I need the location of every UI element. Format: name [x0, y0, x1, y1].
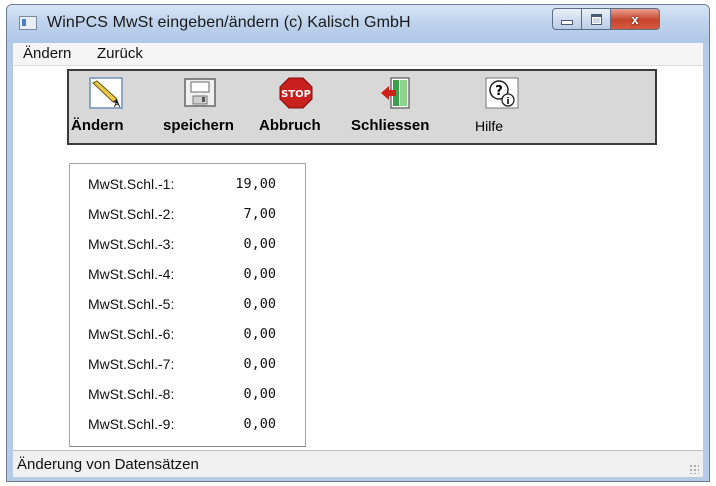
toolbar-aendern-label: Ändern	[71, 117, 124, 134]
menu-zurueck[interactable]: Zurück	[97, 45, 143, 62]
maximize-button[interactable]	[581, 8, 611, 30]
close-button[interactable]: x	[610, 8, 660, 30]
toolbar-schliessen-button[interactable]: Schliessen	[345, 71, 449, 143]
vat-label: MwSt.Schl.-6:	[88, 326, 175, 342]
menu-bar: Ändern Zurück	[13, 43, 703, 66]
minimize-icon	[561, 19, 573, 25]
vat-value-field[interactable]: 0,00	[243, 386, 276, 402]
toolbar-speichern-button[interactable]: speichern	[157, 71, 249, 143]
svg-text:A: A	[114, 100, 121, 109]
vat-label: MwSt.Schl.-8:	[88, 386, 175, 402]
vat-label: MwSt.Schl.-2:	[88, 206, 175, 222]
vat-label: MwSt.Schl.-1:	[88, 176, 175, 192]
status-text: Änderung von Datensätzen	[17, 456, 199, 473]
vat-value-field[interactable]: 7,00	[243, 206, 276, 222]
maximize-icon	[590, 13, 602, 25]
vat-label: MwSt.Schl.-5:	[88, 296, 175, 312]
minimize-button[interactable]	[552, 8, 582, 30]
toolbar-hilfe-button[interactable]: ? i Hilfe	[469, 71, 539, 143]
resize-grip-icon[interactable]	[689, 464, 699, 474]
toolbar: A Ändern speichern STOP Abbruch Schliess…	[67, 69, 657, 145]
close-icon: x	[631, 11, 639, 27]
vat-row: MwSt.Schl.-2: 7,00	[88, 204, 298, 224]
vat-row: MwSt.Schl.-8: 0,00	[88, 384, 298, 404]
toolbar-aendern-button[interactable]: A Ändern	[69, 71, 149, 143]
vat-label: MwSt.Schl.-4:	[88, 266, 175, 282]
toolbar-abbruch-button[interactable]: STOP Abbruch	[255, 71, 339, 143]
menu-aendern[interactable]: Ändern	[23, 45, 71, 62]
vat-row: MwSt.Schl.-3: 0,00	[88, 234, 298, 254]
client-area: Ändern Zurück A Ändern speichern STOP Ab…	[13, 43, 703, 477]
vat-row: MwSt.Schl.-4: 0,00	[88, 264, 298, 284]
svg-text:?: ?	[495, 84, 503, 99]
vat-row: MwSt.Schl.-5: 0,00	[88, 294, 298, 314]
vat-value-field[interactable]: 0,00	[243, 236, 276, 252]
exit-door-icon	[379, 77, 413, 109]
vat-row: MwSt.Schl.-7: 0,00	[88, 354, 298, 374]
vat-row: MwSt.Schl.-6: 0,00	[88, 324, 298, 344]
vat-label: MwSt.Schl.-3:	[88, 236, 175, 252]
toolbar-hilfe-label: Hilfe	[475, 118, 504, 134]
toolbar-schliessen-label: Schliessen	[351, 117, 430, 134]
vat-label: MwSt.Schl.-9:	[88, 416, 175, 432]
vat-value-field[interactable]: 19,00	[235, 176, 276, 192]
title-bar[interactable]: WinPCS MwSt eingeben/ändern (c) Kalisch …	[7, 5, 709, 43]
window-title: WinPCS MwSt eingeben/ändern (c) Kalisch …	[47, 14, 411, 31]
toolbar-speichern-label: speichern	[163, 117, 234, 134]
vat-row: MwSt.Schl.-9: 0,00	[88, 414, 298, 434]
main-window: WinPCS MwSt eingeben/ändern (c) Kalisch …	[6, 4, 710, 482]
vat-value-field[interactable]: 0,00	[243, 326, 276, 342]
svg-text:i: i	[506, 97, 509, 107]
vat-value-field[interactable]: 0,00	[243, 266, 276, 282]
status-bar: Änderung von Datensätzen	[13, 450, 703, 477]
app-icon[interactable]	[19, 16, 37, 30]
pencil-edit-icon: A	[89, 77, 123, 110]
toolbar-abbruch-label: Abbruch	[259, 117, 321, 134]
vat-value-field[interactable]: 0,00	[243, 416, 276, 432]
vat-row: MwSt.Schl.-1: 19,00	[88, 174, 298, 194]
vat-label: MwSt.Schl.-7:	[88, 356, 175, 372]
vat-value-field[interactable]: 0,00	[243, 296, 276, 312]
help-question-icon: ? i	[485, 77, 519, 109]
svg-text:STOP: STOP	[281, 89, 311, 100]
vat-value-field[interactable]: 0,00	[243, 356, 276, 372]
stop-sign-icon: STOP	[279, 77, 313, 109]
vat-rates-panel: MwSt.Schl.-1: 19,00 MwSt.Schl.-2: 7,00 M…	[69, 163, 306, 447]
floppy-disk-icon	[183, 77, 217, 109]
